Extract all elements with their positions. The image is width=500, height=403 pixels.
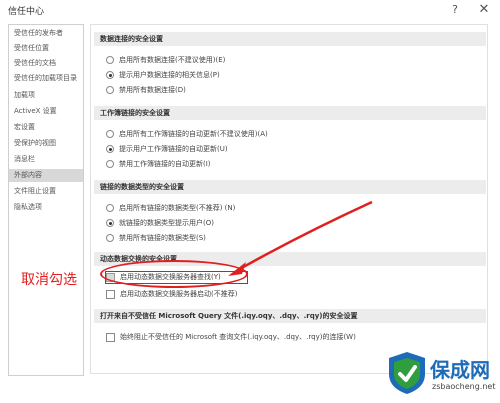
watermark-url: zsbaocheng.net xyxy=(432,382,496,391)
shield-logo-icon xyxy=(389,352,425,394)
watermark: 保成网 zsbaocheng.net xyxy=(386,350,498,400)
watermark-brand: 保成网 xyxy=(430,358,490,382)
annotation-arrow xyxy=(228,200,373,276)
arrow-shaft xyxy=(237,200,373,272)
arrow-head xyxy=(228,262,246,276)
